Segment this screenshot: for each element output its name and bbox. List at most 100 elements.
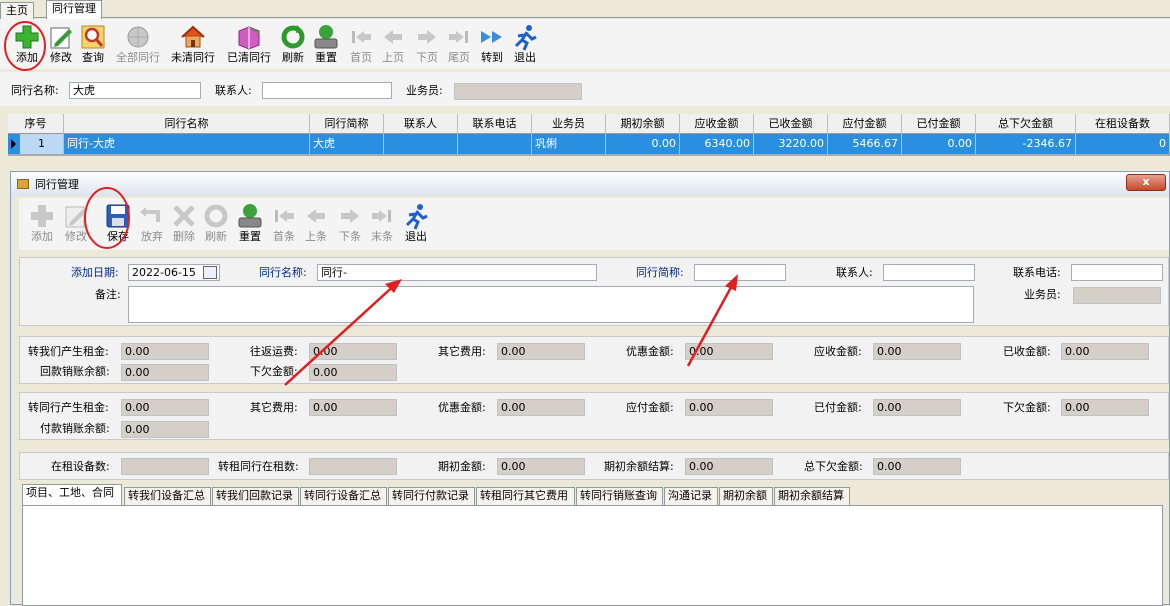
peer-name-input[interactable]: 同行- xyxy=(317,264,597,281)
dialog-titlebar[interactable]: 同行管理 x xyxy=(11,172,1169,196)
phone-input[interactable] xyxy=(1071,264,1163,281)
tab-to-us-payments[interactable]: 转我们回款记录 xyxy=(212,487,299,505)
add-date-picker[interactable]: 2022-06-15 xyxy=(128,264,220,281)
reset-drive-icon xyxy=(312,23,340,51)
edit-icon xyxy=(62,202,90,230)
tab-peer-other-fees[interactable]: 转租同行其它费用 xyxy=(476,487,575,505)
return-writeoff-value: 0.00 xyxy=(121,364,209,381)
tab-to-us-equipment[interactable]: 转我们设备汇总 xyxy=(124,487,211,505)
col-header[interactable]: 已收金额 xyxy=(754,114,828,134)
col-header[interactable]: 同行简称 xyxy=(310,114,384,134)
tab-communication[interactable]: 沟通记录 xyxy=(664,487,718,505)
cell-payable: 5466.67 xyxy=(828,134,902,154)
refresh-icon xyxy=(202,202,230,230)
salesman-select[interactable] xyxy=(1073,287,1161,304)
discount-label: 优惠金额: xyxy=(626,345,674,358)
peer-owed-value: 0.00 xyxy=(1061,399,1149,416)
return-writeoff-label: 回款销账余额: xyxy=(40,365,110,378)
tab-to-peer-payments[interactable]: 转同行付款记录 xyxy=(388,487,475,505)
tab-peer-management[interactable]: 同行管理 xyxy=(46,0,102,19)
peer-name-label: 同行名称: xyxy=(259,266,307,279)
calendar-icon[interactable] xyxy=(203,266,217,279)
to-peer-summary-panel: 转同行产生租金: 0.00 其它费用: 0.00 优惠金额: 0.00 应付金额… xyxy=(19,392,1169,440)
peer-short-label: 同行简称: xyxy=(636,266,684,279)
other-fee-value: 0.00 xyxy=(497,343,585,360)
row-pointer-icon xyxy=(11,139,16,149)
contact-label: 联系人: xyxy=(836,266,873,279)
paid-label: 已付金额: xyxy=(814,401,862,414)
cell-paid: 0.00 xyxy=(902,134,976,154)
col-header[interactable]: 序号 xyxy=(8,114,64,134)
remark-textarea[interactable] xyxy=(128,286,974,323)
col-header[interactable]: 应付金额 xyxy=(828,114,902,134)
all-peers-button[interactable]: 全部同行 xyxy=(114,21,162,67)
tab-projects[interactable]: 项目、工地、合同 xyxy=(22,484,122,505)
rent-to-us-value: 0.00 xyxy=(121,343,209,360)
col-header[interactable]: 联系电话 xyxy=(458,114,532,134)
phone-label: 联系电话: xyxy=(1013,266,1061,279)
book-icon xyxy=(235,23,263,51)
cell-receivable: 6340.00 xyxy=(680,134,754,154)
query-button[interactable]: 查询 xyxy=(70,21,116,67)
col-header[interactable]: 联系人 xyxy=(384,114,458,134)
rental-summary-panel: 在租设备数: 转租同行在租数: 期初金额: 0.00 期初余额结算: 0.00 … xyxy=(19,452,1169,480)
house-icon xyxy=(179,23,207,51)
col-header[interactable]: 总下欠金额 xyxy=(976,114,1076,134)
close-button[interactable]: x xyxy=(1126,174,1166,191)
opening-label: 期初金额: xyxy=(438,460,486,473)
dlg-exit-button[interactable]: 退出 xyxy=(393,200,439,246)
receivable-label: 应收金额: xyxy=(814,345,862,358)
opening-settle-label: 期初余额结算: xyxy=(604,460,674,473)
peer-discount-value: 0.00 xyxy=(497,399,585,416)
exit-button[interactable]: 退出 xyxy=(502,21,548,67)
freight-label: 往返运费: xyxy=(250,345,298,358)
peer-dialog: 同行管理 x 添加 修改 保存 放弃 删除 刷新 重置 首条 上条 下条 末条 … xyxy=(10,171,1170,606)
search-bar: 同行名称: 大虎 联系人: 业务员: xyxy=(0,72,1170,106)
cell-name: 同行-大虎 xyxy=(64,134,310,154)
rented-label: 在租设备数: xyxy=(51,460,110,473)
freight-value: 0.00 xyxy=(309,343,397,360)
search-contact-input[interactable] xyxy=(262,82,392,99)
receivable-value: 0.00 xyxy=(873,343,961,360)
search-name-input[interactable]: 大虎 xyxy=(69,82,201,99)
uncleared-peers-button[interactable]: 未清同行 xyxy=(170,21,216,67)
cell-opening: 0.00 xyxy=(606,134,680,154)
peer-other-fee-label: 其它费用: xyxy=(250,401,298,414)
plus-icon xyxy=(13,23,41,51)
salesman-label: 业务员: xyxy=(1024,288,1061,301)
main-tab-strip: 主页 同行管理 xyxy=(0,0,1170,19)
col-header[interactable]: 期初余额 xyxy=(606,114,680,134)
search-salesman-select[interactable] xyxy=(454,83,582,100)
tab-writeoff-query[interactable]: 转同行销账查询 xyxy=(576,487,663,505)
col-header[interactable]: 业务员 xyxy=(532,114,606,134)
received-value: 0.00 xyxy=(1061,343,1149,360)
peer-short-input[interactable] xyxy=(694,264,786,281)
col-header[interactable]: 在租设备数 xyxy=(1076,114,1170,134)
peer-discount-label: 优惠金额: xyxy=(438,401,486,414)
to-us-summary-panel: 转我们产生租金: 0.00 往返运费: 0.00 其它费用: 0.00 优惠金额… xyxy=(19,336,1169,384)
contact-input[interactable] xyxy=(883,264,975,281)
dlg-edit-button[interactable]: 修改 xyxy=(53,200,99,246)
rent-to-us-label: 转我们产生租金: xyxy=(28,345,109,358)
col-header[interactable]: 同行名称 xyxy=(64,114,310,134)
total-owed-label: 总下欠金额: xyxy=(804,460,863,473)
tab-to-peer-equipment[interactable]: 转同行设备汇总 xyxy=(300,487,387,505)
cell-total-owed: -2346.67 xyxy=(976,134,1076,154)
peer-owed-label: 下欠金额: xyxy=(1003,401,1051,414)
payable-label: 应付金额: xyxy=(626,401,674,414)
tab-opening-settle[interactable]: 期初余额结算 xyxy=(774,487,850,505)
prev-icon xyxy=(302,202,330,230)
prev-icon xyxy=(379,23,407,51)
table-row[interactable]: 1 同行-大虎 大虎 巩俐 0.00 6340.00 3220.00 5466.… xyxy=(8,134,1170,154)
tab-opening-balance[interactable]: 期初余额 xyxy=(719,487,773,505)
grid-header: 序号 同行名称 同行简称 联系人 联系电话 业务员 期初余额 应收金额 已收金额… xyxy=(8,114,1170,134)
tab-home[interactable]: 主页 xyxy=(0,2,34,19)
col-header[interactable]: 应收金额 xyxy=(680,114,754,134)
window-icon xyxy=(17,179,29,189)
owed-label: 下欠金额: xyxy=(250,365,298,378)
discount-value: 0.00 xyxy=(685,343,773,360)
pay-writeoff-value: 0.00 xyxy=(121,421,209,438)
cell-phone xyxy=(458,134,532,154)
col-header[interactable]: 已付金额 xyxy=(902,114,976,134)
cleared-peers-button[interactable]: 已清同行 xyxy=(226,21,272,67)
